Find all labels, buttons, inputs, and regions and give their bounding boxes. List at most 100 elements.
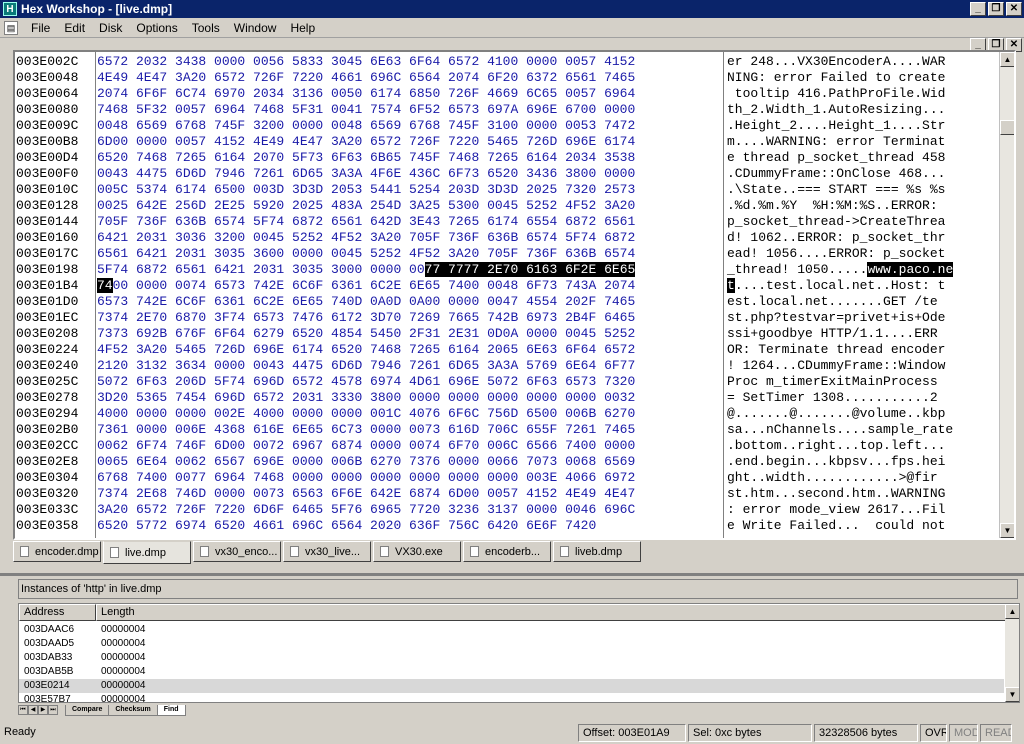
- ascii-text[interactable]: est.local.net.......GET /te: [727, 294, 938, 309]
- hex-row[interactable]: 7373 692B 676F 6F64 6279 6520 4854 5450 …: [97, 326, 722, 342]
- ascii-text[interactable]: tooltip 416.PathProFile.Wid: [727, 86, 946, 101]
- ascii-text[interactable]: ssi+goodbye HTTP/1.1....ERR: [727, 326, 938, 341]
- minimize-button[interactable]: _: [970, 2, 986, 16]
- ascii-text[interactable]: st.htm...second.htm..WARNING: [727, 486, 945, 501]
- hex-bytes[interactable]: 2120 3132 3634 0000 0043 4475 6D6D 7946 …: [97, 358, 635, 373]
- ascii-text[interactable]: ead! 1056....ERROR: p_socket: [727, 246, 945, 261]
- ascii-text[interactable]: Proc m_timerExitMainProcess: [727, 374, 945, 389]
- hex-bytes[interactable]: 6520 5772 6974 6520 4661 696C 6564 2020 …: [97, 518, 596, 533]
- scroll-thumb[interactable]: [1000, 120, 1014, 135]
- ascii-row[interactable]: Proc m_timerExitMainProcess: [727, 374, 995, 390]
- hex-row[interactable]: 4E49 4E47 3A20 6572 726F 7220 4661 696C …: [97, 70, 722, 86]
- ascii-row[interactable]: @.......@.......@volume..kbp: [727, 406, 995, 422]
- scroll-down-icon[interactable]: ▼: [1000, 523, 1014, 538]
- tab-encoder-dmp[interactable]: encoder.dmp: [13, 541, 101, 562]
- hex-bytes[interactable]: 6573 742E 6C6F 6361 6C2E 6E65 740D 0A0D …: [97, 294, 635, 309]
- tab-checksum[interactable]: Checksum: [108, 704, 158, 716]
- ascii-text[interactable]: : error mode_view 2617...Fil: [727, 502, 945, 517]
- hex-row[interactable]: 4000 0000 0000 002E 4000 0000 0000 001C …: [97, 406, 722, 422]
- tab-vx30-exe[interactable]: VX30.exe: [373, 541, 461, 562]
- hex-selection[interactable]: 74: [97, 278, 113, 293]
- ascii-text[interactable]: ! 1264...CDummyFrame::Window: [727, 358, 945, 373]
- hex-bytes[interactable]: 4F52 3A20 5465 726D 696E 6174 6520 7468 …: [97, 342, 635, 357]
- next-tab-icon[interactable]: ▶: [38, 705, 48, 715]
- vertical-scrollbar[interactable]: ▲ ▼: [999, 52, 1014, 538]
- hex-row[interactable]: 5072 6F63 206D 5F74 696D 6572 4578 6974 …: [97, 374, 722, 390]
- ascii-row[interactable]: p_socket_thread->CreateThrea: [727, 214, 995, 230]
- menu-disk[interactable]: Disk: [92, 21, 129, 35]
- ascii-row[interactable]: er 248...VX30EncoderA....WAR: [727, 54, 995, 70]
- hex-row[interactable]: 7400 0000 0074 6573 742E 6C6F 6361 6C2E …: [97, 278, 722, 294]
- cell-address[interactable]: 003DAB33: [19, 651, 96, 665]
- ascii-row[interactable]: st.php?testvar=privet+is+Ode: [727, 310, 995, 326]
- hex-bytes[interactable]: 7374 2E68 746D 0000 0073 6563 6F6E 642E …: [97, 486, 635, 501]
- hex-bytes[interactable]: 7374 2E70 6870 3F74 6573 7476 6172 3D70 …: [97, 310, 635, 325]
- scroll-up-icon[interactable]: ▲: [1000, 52, 1014, 67]
- cell-length[interactable]: 00000004: [96, 623, 216, 637]
- hex-row[interactable]: 6421 2031 3036 3200 0045 5252 4F52 3A20 …: [97, 230, 722, 246]
- tab-vx30-live[interactable]: vx30_live...: [283, 541, 371, 562]
- hex-bytes[interactable]: 0043 4475 6D6D 7946 7261 6D65 3A3A 4F6E …: [97, 166, 635, 181]
- hex-bytes[interactable]: 005C 5374 6174 6500 003D 3D3D 2053 5441 …: [97, 182, 635, 197]
- hex-row[interactable]: 6573 742E 6C6F 6361 6C2E 6E65 740D 0A0D …: [97, 294, 722, 310]
- ascii-text[interactable]: e Write Failed... could not: [727, 518, 945, 533]
- cell-address[interactable]: 003E0214: [19, 679, 96, 693]
- menu-tools[interactable]: Tools: [185, 21, 227, 35]
- ascii-row[interactable]: NING: error Failed to create: [727, 70, 995, 86]
- ascii-row[interactable]: _thread! 1050.....www.paco.ne: [727, 262, 995, 278]
- ascii-text[interactable]: _thread! 1050.....: [727, 262, 867, 277]
- tab-find[interactable]: Find: [156, 704, 186, 716]
- ascii-text[interactable]: .%d.%m.%Y %H:%M:%S..ERROR:: [727, 198, 945, 213]
- hex-bytes[interactable]: 6768 7400 0077 6964 7468 0000 0000 0000 …: [97, 470, 635, 485]
- hex-row[interactable]: 6520 5772 6974 6520 4661 696C 6564 2020 …: [97, 518, 722, 534]
- ascii-text[interactable]: m....WARNING: error Terminat: [727, 134, 945, 149]
- hex-row[interactable]: 705F 736F 636B 6574 5F74 6872 6561 642D …: [97, 214, 722, 230]
- ascii-text[interactable]: .end.begin...kbpsv...fps.hei: [727, 454, 945, 469]
- hex-row[interactable]: 005C 5374 6174 6500 003D 3D3D 2053 5441 …: [97, 182, 722, 198]
- table-row[interactable]: 003E0214 00000004: [19, 679, 1004, 693]
- menu-file[interactable]: File: [24, 21, 57, 35]
- hex-bytes[interactable]: 0025 642E 256D 2E25 5920 2025 483A 254D …: [97, 198, 635, 213]
- ascii-text[interactable]: .bottom..right...top.left...: [727, 438, 945, 453]
- ascii-row[interactable]: th_2.Width_1.AutoResizing...: [727, 102, 995, 118]
- hex-bytes[interactable]: 7373 692B 676F 6F64 6279 6520 4854 5450 …: [97, 326, 635, 341]
- ascii-row[interactable]: m....WARNING: error Terminat: [727, 134, 995, 150]
- cell-length[interactable]: 00000004: [96, 693, 216, 702]
- hex-row[interactable]: 6520 7468 7265 6164 2070 5F73 6F63 6B65 …: [97, 150, 722, 166]
- tab-vx30-enco[interactable]: vx30_enco...: [193, 541, 281, 562]
- cell-address[interactable]: 003DAAD5: [19, 637, 96, 651]
- hex-row[interactable]: 6572 2032 3438 0000 0056 5833 3045 6E63 …: [97, 54, 722, 70]
- hex-row[interactable]: 0062 6F74 746F 6D00 0072 6967 6874 0000 …: [97, 438, 722, 454]
- ascii-text[interactable]: .\State..=== START === %s %s: [727, 182, 945, 197]
- hex-bytes[interactable]: 0065 6E64 0062 6567 696E 0000 006B 6270 …: [97, 454, 635, 469]
- ascii-text[interactable]: sa...nChannels....sample_rate: [727, 422, 953, 437]
- ascii-text[interactable]: er 248...VX30EncoderA....WAR: [727, 54, 945, 69]
- hex-row[interactable]: 0043 4475 6D6D 7946 7261 6D65 3A3A 4F6E …: [97, 166, 722, 182]
- table-row[interactable]: 003E57B7 00000004: [19, 693, 1004, 702]
- hex-row[interactable]: 2074 6F6F 6C74 6970 2034 3136 0050 6174 …: [97, 86, 722, 102]
- hex-bytes[interactable]: 2074 6F6F 6C74 6970 2034 3136 0050 6174 …: [97, 86, 635, 101]
- ascii-column[interactable]: er 248...VX30EncoderA....WAR NING: error …: [727, 54, 995, 534]
- hex-row[interactable]: 7374 2E70 6870 3F74 6573 7476 6172 3D70 …: [97, 310, 722, 326]
- restore-button[interactable]: ❐: [988, 2, 1004, 16]
- hex-row[interactable]: 2120 3132 3634 0000 0043 4475 6D6D 7946 …: [97, 358, 722, 374]
- hex-column[interactable]: 6572 2032 3438 0000 0056 5833 3045 6E63 …: [97, 54, 722, 534]
- col-length-header[interactable]: Length: [96, 604, 1007, 621]
- hex-bytes[interactable]: 6561 6421 2031 3035 3600 0000 0045 5252 …: [97, 246, 635, 261]
- hex-row[interactable]: 7468 5F32 0057 6964 7468 5F31 0041 7574 …: [97, 102, 722, 118]
- hex-bytes[interactable]: 0048 6569 6768 745F 3200 0000 0048 6569 …: [97, 118, 635, 133]
- cell-length[interactable]: 00000004: [96, 665, 216, 679]
- cell-address[interactable]: 003E57B7: [19, 693, 96, 702]
- ascii-text[interactable]: ght..width............>@fir: [727, 470, 938, 485]
- ascii-text[interactable]: ....test.local.net..Host: t: [735, 278, 946, 293]
- hex-bytes[interactable]: 5F74 6872 6561 6421 2031 3035 3000 0000 …: [97, 262, 425, 277]
- ascii-row[interactable]: .Height_2....Height_1....Str: [727, 118, 995, 134]
- hex-bytes[interactable]: 0062 6F74 746F 6D00 0072 6967 6874 0000 …: [97, 438, 635, 453]
- cell-length[interactable]: 00000004: [96, 637, 216, 651]
- ascii-row[interactable]: st.htm...second.htm..WARNING: [727, 486, 995, 502]
- ascii-text[interactable]: th_2.Width_1.AutoResizing...: [727, 102, 945, 117]
- hex-bytes[interactable]: 3A20 6572 726F 7220 6D6F 6465 5F76 6965 …: [97, 502, 635, 517]
- menu-help[interactable]: Help: [283, 21, 322, 35]
- document-icon[interactable]: ▤: [4, 20, 18, 35]
- table-row[interactable]: 003DAAC6 00000004: [19, 623, 1004, 637]
